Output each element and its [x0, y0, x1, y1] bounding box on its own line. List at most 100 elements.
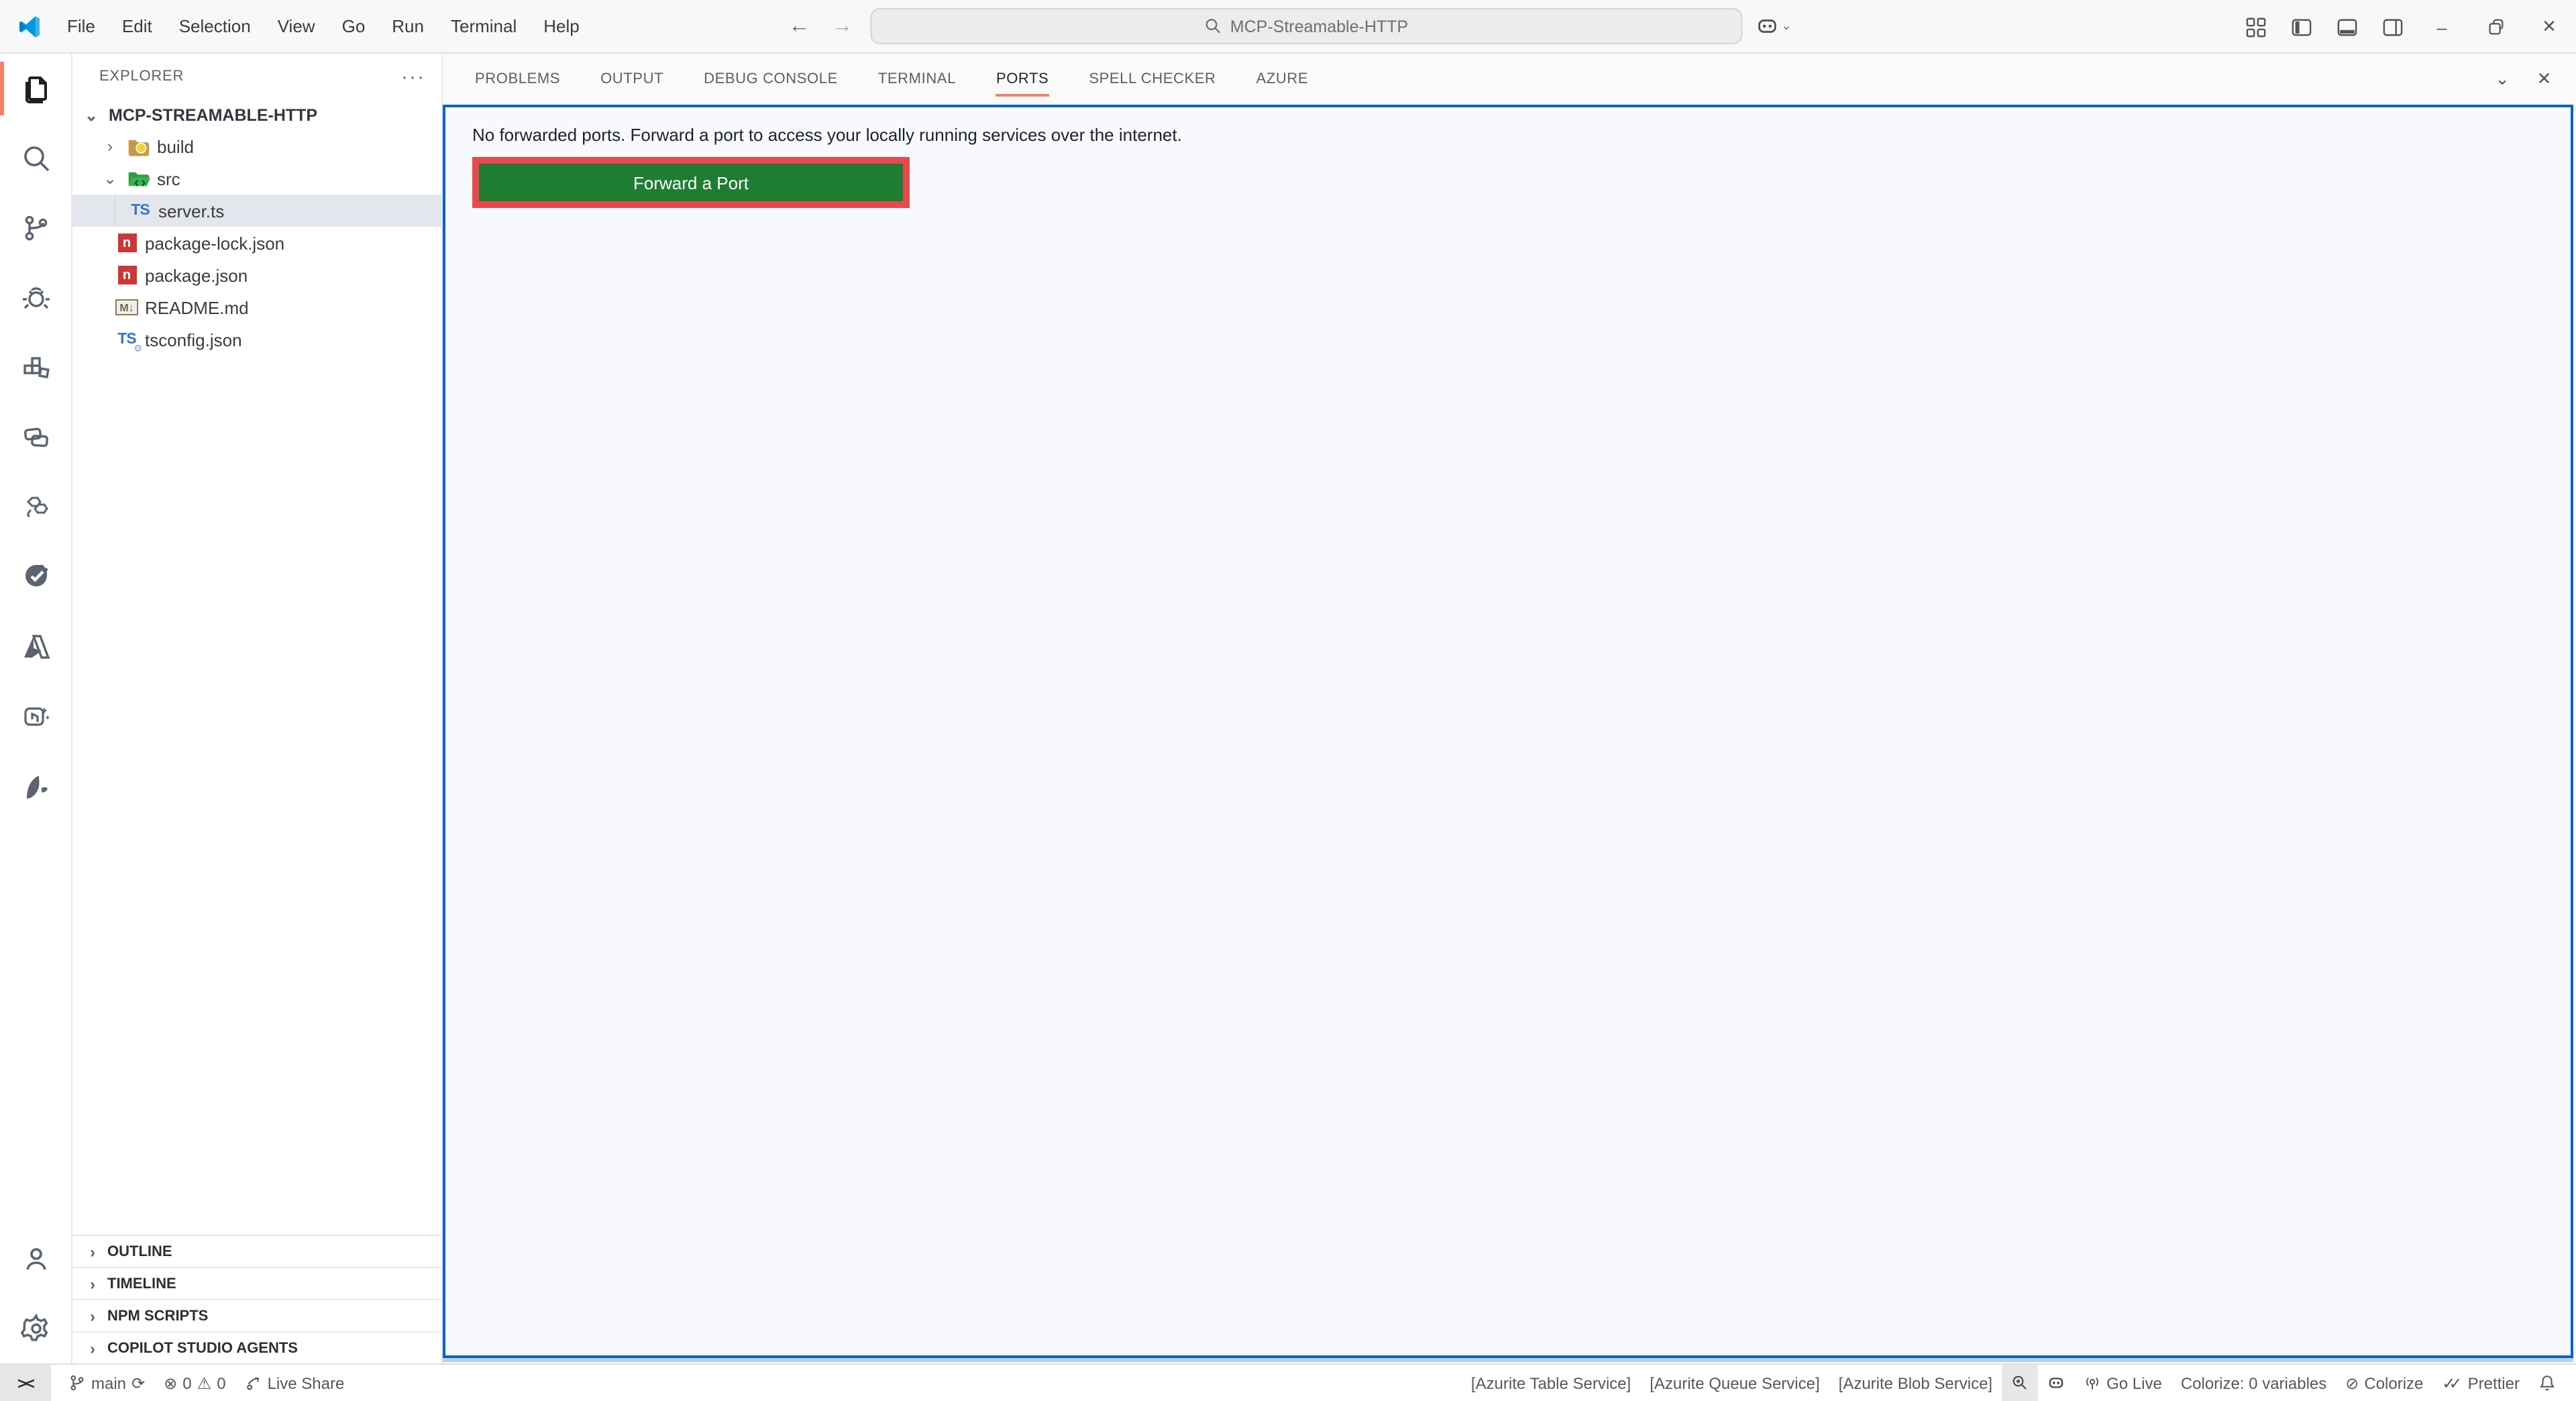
tab-ports[interactable]: PORTS — [996, 54, 1049, 105]
copilot-menu[interactable]: ⌄ — [1756, 15, 1791, 38]
tree-item-server-ts[interactable]: TS server.ts — [72, 195, 441, 227]
remote-indicator[interactable]: >< — [0, 1365, 51, 1401]
copilot-status-item[interactable] — [2038, 1365, 2074, 1401]
settings-gear-icon[interactable] — [0, 1294, 72, 1363]
broadcast-icon — [2084, 1374, 2101, 1392]
explorer-files-icon[interactable] — [0, 54, 72, 123]
activity-bar — [0, 54, 72, 1363]
linked-hexagons-icon[interactable] — [0, 472, 72, 542]
tree-item-src[interactable]: ⌄ src — [72, 162, 441, 195]
section-outline[interactable]: › OUTLINE — [72, 1235, 441, 1267]
window-controls: – ✕ — [2233, 0, 2576, 54]
tree-item-package-lock-json[interactable]: n package-lock.json — [72, 227, 441, 259]
menu-bar: File Edit Selection View Go Run Terminal… — [56, 11, 590, 42]
file-label: README.md — [145, 297, 249, 317]
live-share-item[interactable]: Live Share — [235, 1365, 354, 1401]
tree-item-readme-md[interactable]: M↓ README.md — [72, 291, 441, 323]
vscode-window: File Edit Selection View Go Run Terminal… — [0, 0, 2576, 1401]
section-label: COPILOT STUDIO AGENTS — [107, 1340, 298, 1356]
typescript-icon: TS — [129, 199, 152, 222]
tsconfig-icon: TS⚙ — [115, 328, 138, 351]
copilot-studio-icon[interactable] — [0, 682, 72, 751]
tree-root-mcp-streamable-http[interactable]: ⌄ MCP-STREAMABLE-HTTP — [72, 99, 441, 130]
bell-icon — [2538, 1374, 2556, 1392]
notifications-item[interactable] — [2529, 1365, 2565, 1401]
menu-file[interactable]: File — [56, 11, 106, 42]
problems-item[interactable]: ⊗ 0 ⚠︎ 0 — [154, 1365, 235, 1401]
colorize-item[interactable]: ⊘ Colorize — [2336, 1365, 2432, 1401]
colorize-variables-item[interactable]: Colorize: 0 variables — [2171, 1365, 2336, 1401]
chevron-right-icon: › — [83, 1242, 102, 1261]
menu-help[interactable]: Help — [533, 11, 590, 42]
menu-view[interactable]: View — [267, 11, 326, 42]
tab-problems[interactable]: PROBLEMS — [475, 54, 560, 105]
panel-tab-bar: PROBLEMS OUTPUT DEBUG CONSOLE TERMINAL P… — [443, 54, 2576, 105]
tree-item-build[interactable]: › build — [72, 130, 441, 162]
layout-customize-icon[interactable] — [2233, 0, 2278, 54]
azure-icon[interactable] — [0, 612, 72, 682]
azurite-table-service[interactable]: [Azurite Table Service] — [1462, 1365, 1640, 1401]
tab-azure[interactable]: AZURE — [1256, 54, 1309, 105]
tab-output[interactable]: OUTPUT — [600, 54, 663, 105]
toggle-panel-icon[interactable] — [2324, 0, 2369, 54]
npm-icon: n — [115, 231, 138, 254]
restore-button[interactable] — [2469, 0, 2522, 54]
section-label: TIMELINE — [107, 1276, 176, 1292]
file-label: src — [157, 168, 180, 189]
menu-edit[interactable]: Edit — [111, 11, 163, 42]
back-icon[interactable]: ← — [784, 14, 814, 38]
azurite-queue-service[interactable]: [Azurite Queue Service] — [1640, 1365, 1829, 1401]
menu-terminal[interactable]: Terminal — [440, 11, 527, 42]
run-debug-icon[interactable] — [0, 263, 72, 333]
check-badge-icon[interactable] — [0, 542, 72, 612]
chevron-right-icon: › — [83, 1339, 102, 1357]
vscode-logo-icon — [16, 13, 43, 40]
fin-swoosh-icon[interactable] — [0, 751, 72, 821]
source-control-icon[interactable] — [0, 193, 72, 263]
colorize-label: Colorize — [2364, 1373, 2423, 1392]
tree-item-tsconfig-json[interactable]: TS⚙ tsconfig.json — [72, 323, 441, 356]
forward-icon[interactable]: → — [827, 14, 857, 38]
layers-icon[interactable] — [0, 403, 72, 472]
panel-minimize-icon[interactable]: ⌄ — [2495, 68, 2510, 90]
tree-item-package-json[interactable]: n package.json — [72, 259, 441, 291]
zoom-in-item[interactable] — [2002, 1365, 2038, 1401]
azurite-blob-service[interactable]: [Azurite Blob Service] — [1829, 1365, 2002, 1401]
search-value: MCP-Streamable-HTTP — [1230, 17, 1408, 36]
live-share-icon — [245, 1374, 262, 1392]
extensions-icon[interactable] — [0, 333, 72, 403]
tab-debug-console[interactable]: DEBUG CONSOLE — [704, 54, 838, 105]
status-bar-right: [Azurite Table Service] [Azurite Queue S… — [1462, 1365, 2576, 1401]
panel-close-icon[interactable]: ✕ — [2537, 68, 2552, 90]
branch-icon — [68, 1374, 86, 1392]
forward-a-port-button[interactable]: Forward a Port — [472, 157, 910, 208]
section-timeline[interactable]: › TIMELINE — [72, 1267, 441, 1299]
sidebar-empty-space — [72, 356, 441, 1235]
error-icon: ⊗ — [164, 1373, 177, 1392]
go-live-item[interactable]: Go Live — [2074, 1365, 2171, 1401]
account-icon[interactable] — [0, 1224, 72, 1294]
menu-run[interactable]: Run — [381, 11, 435, 42]
status-bar-left: >< main ⟳ ⊗ 0 ⚠︎ 0 Live Share — [0, 1365, 354, 1401]
section-npm-scripts[interactable]: › NPM SCRIPTS — [72, 1299, 441, 1331]
error-count: 0 — [182, 1373, 191, 1392]
close-button[interactable]: ✕ — [2522, 0, 2576, 54]
file-label: package.json — [145, 265, 248, 285]
search-input[interactable]: MCP-Streamable-HTTP — [870, 8, 1742, 44]
branch-item[interactable]: main ⟳ — [59, 1365, 154, 1401]
minimize-button[interactable]: – — [2415, 0, 2469, 54]
tab-terminal[interactable]: TERMINAL — [878, 54, 956, 105]
file-label: server.ts — [158, 201, 224, 221]
root-folder-label: MCP-STREAMABLE-HTTP — [109, 105, 317, 124]
section-copilot-studio-agents[interactable]: › COPILOT STUDIO AGENTS — [72, 1331, 441, 1363]
npm-icon: n — [115, 264, 138, 287]
explorer-overflow-icon[interactable]: ··· — [401, 65, 425, 88]
chevron-down-icon: ⌄ — [1781, 19, 1791, 34]
tab-spell-checker[interactable]: SPELL CHECKER — [1089, 54, 1216, 105]
prettier-item[interactable]: ✓✓ Prettier — [2432, 1365, 2529, 1401]
toggle-primary-sidebar-icon[interactable] — [2278, 0, 2324, 54]
menu-go[interactable]: Go — [331, 11, 376, 42]
search-icon[interactable] — [0, 123, 72, 193]
menu-selection[interactable]: Selection — [168, 11, 262, 42]
toggle-secondary-sidebar-icon[interactable] — [2369, 0, 2415, 54]
